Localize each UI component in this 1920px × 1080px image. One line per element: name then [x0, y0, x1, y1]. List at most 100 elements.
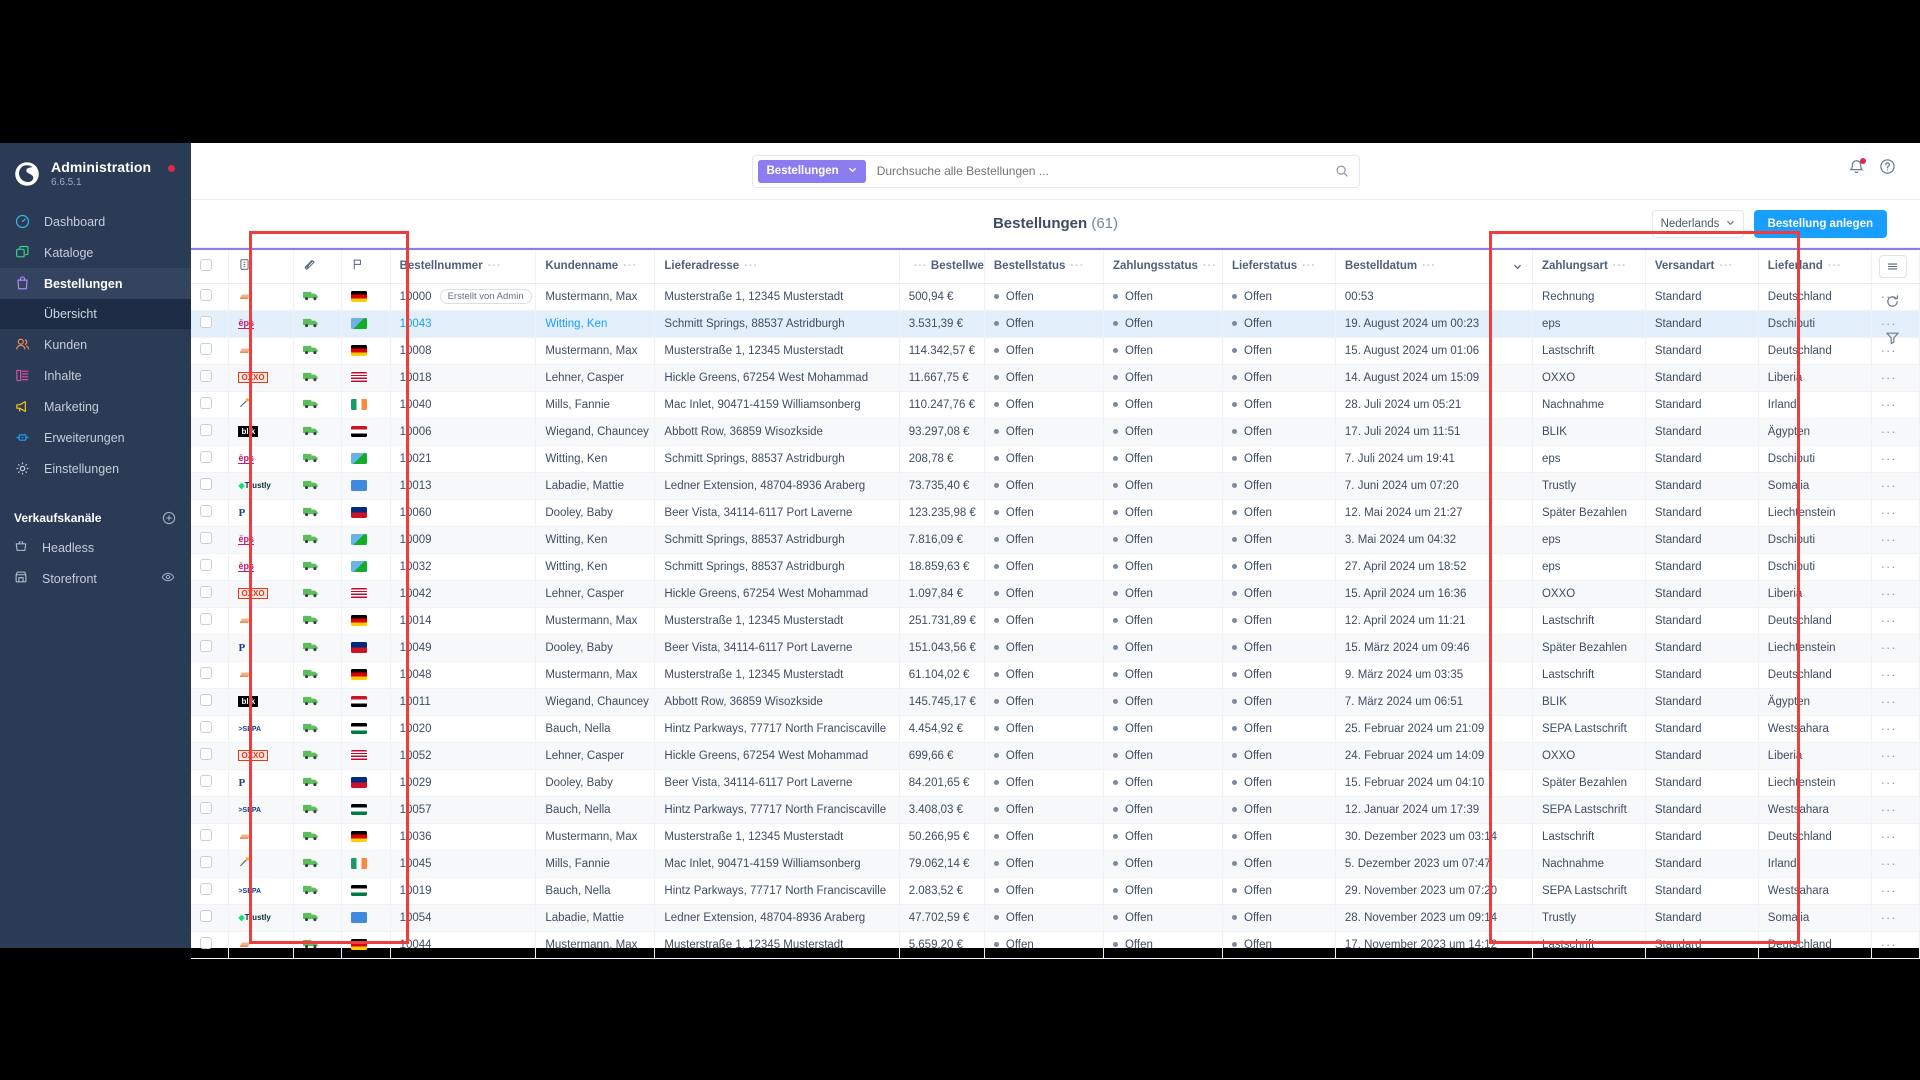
row-checkbox[interactable]	[200, 316, 212, 328]
order-number-link[interactable]: 10020	[400, 723, 432, 735]
table-row[interactable]: P 10029 Dooley, Baby Beer Vista, 34114-6…	[191, 769, 1920, 797]
row-context-menu-cell[interactable]: ···	[1871, 391, 1920, 419]
customer-name-cell[interactable]: Mills, Fannie	[535, 391, 656, 419]
col-order-value[interactable]: ··· Bestellwert	[899, 248, 985, 284]
row-context-menu-cell[interactable]: ···	[1871, 796, 1920, 824]
order-number-cell[interactable]: 10045	[390, 850, 537, 878]
table-row[interactable]: 10048 Mustermann, Max Musterstraße 1, 12…	[191, 661, 1920, 689]
row-checkbox[interactable]	[200, 667, 212, 679]
row-checkbox[interactable]	[200, 748, 212, 760]
table-row[interactable]: 10008 Mustermann, Max Musterstraße 1, 12…	[191, 337, 1920, 365]
row-checkbox-cell[interactable]	[191, 499, 230, 527]
col-delivery-address[interactable]: Lieferadresse ···	[654, 248, 900, 284]
customer-name-link[interactable]: Mustermann, Max	[545, 345, 637, 357]
col-payment-type[interactable]: Zahlungsart ···	[1532, 248, 1646, 284]
customer-name-cell[interactable]: Lehner, Casper	[535, 364, 656, 392]
row-context-menu-cell[interactable]: ···	[1871, 715, 1920, 743]
row-checkbox[interactable]	[200, 802, 212, 814]
order-number-cell[interactable]: 10042	[390, 580, 537, 608]
table-row[interactable]: 10045 Mills, Fannie Mac Inlet, 90471-415…	[191, 850, 1920, 878]
customer-name-cell[interactable]: Dooley, Baby	[535, 499, 656, 527]
customer-name-link[interactable]: Labadie, Mattie	[545, 912, 624, 924]
customer-name-link[interactable]: Dooley, Baby	[545, 642, 613, 654]
customer-name-cell[interactable]: Witting, Ken	[535, 553, 656, 581]
row-context-menu-cell[interactable]: ···	[1871, 769, 1920, 797]
row-checkbox-cell[interactable]	[191, 310, 230, 338]
table-row[interactable]: ēps 10043 Witting, Ken Schmitt Springs, …	[191, 310, 1920, 338]
col-order-number[interactable]: Bestellnummer ···	[390, 248, 537, 284]
order-number-cell[interactable]: 10011	[390, 688, 537, 716]
order-number-cell[interactable]: 10018	[390, 364, 537, 392]
customer-name-link[interactable]: Mustermann, Max	[545, 615, 637, 627]
row-checkbox-cell[interactable]	[191, 661, 230, 689]
row-context-menu-icon[interactable]: ···	[1881, 397, 1897, 412]
row-checkbox[interactable]	[200, 289, 212, 301]
search-icon[interactable]	[1335, 164, 1349, 178]
table-row[interactable]: 10000 Erstellt von Admin Mustermann, Max …	[191, 283, 1920, 311]
order-number-cell[interactable]: 10029	[390, 769, 537, 797]
row-checkbox[interactable]	[200, 829, 212, 841]
order-number-link[interactable]: 10060	[400, 507, 432, 519]
order-number-cell[interactable]: 10052	[390, 742, 537, 770]
customer-name-cell[interactable]: Lehner, Casper	[535, 742, 656, 770]
select-all-checkbox[interactable]	[200, 258, 212, 271]
customer-name-cell[interactable]: Witting, Ken	[535, 310, 656, 338]
customer-name-link[interactable]: Bauch, Nella	[545, 723, 610, 735]
table-row[interactable]: ēps 10032 Witting, Ken Schmitt Springs, …	[191, 553, 1920, 581]
row-checkbox[interactable]	[200, 856, 212, 868]
row-context-menu-cell[interactable]: ···	[1871, 607, 1920, 635]
row-checkbox-cell[interactable]	[191, 850, 230, 878]
customer-name-cell[interactable]: Lehner, Casper	[535, 580, 656, 608]
row-context-menu-icon[interactable]: ···	[1881, 883, 1897, 898]
order-number-cell[interactable]: 10048	[390, 661, 537, 689]
sales-channel-headless[interactable]: Headless	[0, 532, 191, 563]
customer-name-link[interactable]: Witting, Ken	[545, 561, 607, 573]
sidebar-item-dashboard[interactable]: Dashboard	[0, 206, 191, 237]
table-row[interactable]: OXXO 10042 Lehner, Casper Hickle Greens,…	[191, 580, 1920, 608]
row-checkbox[interactable]	[200, 910, 212, 922]
order-number-cell[interactable]: 10032	[390, 553, 537, 581]
col-menu-dots[interactable]: ···	[1422, 260, 1436, 272]
row-checkbox[interactable]	[200, 559, 212, 571]
table-row[interactable]: 10040 Mills, Fannie Mac Inlet, 90471-415…	[191, 391, 1920, 419]
table-row[interactable]: P 10060 Dooley, Baby Beer Vista, 34114-6…	[191, 499, 1920, 527]
order-number-link[interactable]: 10018	[400, 372, 432, 384]
row-checkbox-cell[interactable]	[191, 769, 230, 797]
row-checkbox-cell[interactable]	[191, 823, 230, 851]
order-number-link[interactable]: 10011	[400, 696, 431, 708]
row-checkbox[interactable]	[200, 505, 212, 517]
row-context-menu-icon[interactable]: ···	[1881, 856, 1897, 871]
help-icon[interactable]	[1879, 158, 1896, 180]
row-context-menu-icon[interactable]: ···	[1881, 721, 1897, 736]
order-number-link[interactable]: 10032	[400, 561, 432, 573]
table-row[interactable]: OXXO 10052 Lehner, Casper Hickle Greens,…	[191, 742, 1920, 770]
order-number-link[interactable]: 10008	[400, 345, 432, 357]
order-number-link[interactable]: 10029	[400, 777, 432, 789]
row-context-menu-icon[interactable]: ···	[1881, 532, 1897, 547]
row-context-menu-icon[interactable]: ···	[1881, 775, 1897, 790]
row-context-menu-cell[interactable]: ···	[1871, 364, 1920, 392]
col-order-status[interactable]: Bestellstatus ···	[984, 248, 1104, 284]
order-number-link[interactable]: 10044	[400, 939, 432, 951]
row-checkbox-cell[interactable]	[191, 580, 230, 608]
row-context-menu-icon[interactable]: ···	[1881, 802, 1897, 817]
order-number-link[interactable]: 10009	[400, 534, 432, 546]
row-context-menu-icon[interactable]: ···	[1881, 424, 1897, 439]
row-checkbox-cell[interactable]	[191, 877, 230, 905]
order-number-cell[interactable]: 10013	[390, 472, 537, 500]
row-checkbox[interactable]	[200, 613, 212, 625]
col-menu-dots[interactable]: ···	[914, 260, 928, 272]
customer-name-cell[interactable]: Mustermann, Max	[535, 661, 656, 689]
row-checkbox[interactable]	[200, 424, 212, 436]
row-checkbox-cell[interactable]	[191, 526, 230, 554]
customer-name-cell[interactable]: Mustermann, Max	[535, 337, 656, 365]
row-context-menu-icon[interactable]: ···	[1881, 370, 1897, 385]
customer-name-link[interactable]: Labadie, Mattie	[545, 480, 624, 492]
order-number-cell[interactable]: 10036	[390, 823, 537, 851]
row-context-menu-icon[interactable]: ···	[1881, 505, 1897, 520]
row-checkbox[interactable]	[200, 694, 212, 706]
table-row[interactable]: 10036 Mustermann, Max Musterstraße 1, 12…	[191, 823, 1920, 851]
row-checkbox[interactable]	[200, 775, 212, 787]
customer-name-link[interactable]: Wiegand, Chauncey	[545, 696, 649, 708]
customer-name-cell[interactable]: Mustermann, Max	[535, 283, 656, 311]
